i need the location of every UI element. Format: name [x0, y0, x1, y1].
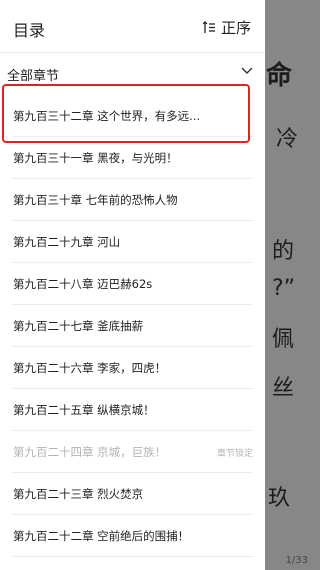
chapter-title: 第九百二十九章 河山 — [13, 235, 121, 249]
chapter-item[interactable]: 第九百二十七章 釜底抽薪 — [12, 305, 253, 347]
chevron-down-icon — [241, 67, 253, 74]
chapter-item-locked[interactable]: 第九百二十四章 京城，巨族！ 章节锁定 — [12, 431, 253, 473]
chapter-item[interactable]: 第九百三十章 七年前的恐怖人物 — [12, 179, 253, 221]
sort-order-label: 正序 — [220, 19, 251, 37]
drawer-title: 目录 — [13, 21, 46, 40]
chapter-title: 第九百二十三章 烈火焚京 — [13, 487, 144, 501]
sort-ascending-icon — [202, 21, 215, 33]
chapter-list: 第九百三十二章 这个世界，有多远... 第九百三十一章 黑夜，与光明！ 第九百三… — [0, 95, 265, 557]
section-label: 全部章节 — [7, 69, 60, 84]
chapter-item[interactable]: 第九百二十二章 空前绝后的围捕！ — [12, 515, 253, 557]
chapter-item[interactable]: 第九百二十三章 烈火焚京 — [12, 473, 253, 515]
chapter-title: 第九百二十八章 迈巴赫62s — [13, 277, 153, 291]
chapter-title: 第九百三十一章 黑夜，与光明！ — [13, 151, 178, 165]
drawer-header: 目录 正序 — [0, 0, 265, 53]
chapter-item[interactable]: 第九百二十八章 迈巴赫62s — [12, 263, 253, 305]
chapter-title: 第九百二十五章 纵横京城！ — [13, 403, 155, 417]
chapter-item[interactable]: 第九百二十九章 河山 — [12, 221, 253, 263]
toc-drawer: 目录 正序 全部章节 第九百三十二章 这个世界，有多远... 第九百三十一章 黑… — [0, 0, 265, 570]
chapter-title: 第九百三十章 七年前的恐怖人物 — [13, 193, 178, 207]
chapter-title: 第九百二十六章 李家，四虎！ — [13, 361, 167, 375]
chapter-lock-label: 章节锁定 — [216, 449, 253, 459]
chapter-title: 第九百二十七章 釜底抽薪 — [13, 319, 144, 333]
chapter-title: 第九百二十四章 京城，巨族！ — [13, 445, 167, 459]
chapter-item[interactable]: 第九百二十六章 李家，四虎！ — [12, 347, 253, 389]
sort-order-button[interactable]: 正序 — [202, 17, 251, 38]
current-chapter-highlight — [2, 84, 250, 143]
chapter-title: 第九百二十二章 空前绝后的围捕！ — [13, 529, 190, 543]
chapter-item[interactable]: 第九百二十五章 纵横京城！ — [12, 389, 253, 431]
chapter-item[interactable]: 第九百三十一章 黑夜，与光明！ — [12, 137, 253, 179]
all-chapters-toggle[interactable]: 全部章节 — [0, 62, 265, 86]
